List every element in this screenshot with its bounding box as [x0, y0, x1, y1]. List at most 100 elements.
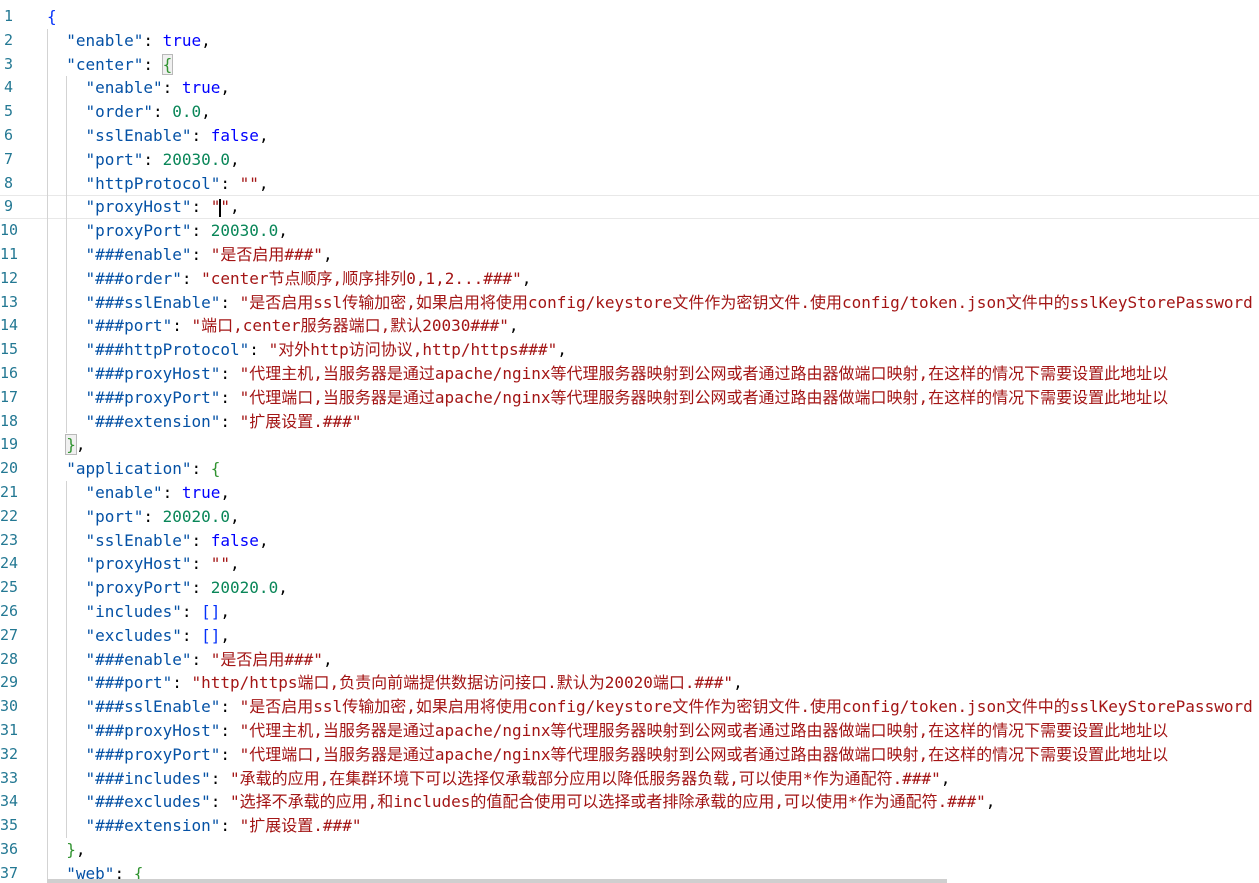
code-lines[interactable]: 1{2 "enable": true, 3 "center": {4 "enabl… — [0, 5, 1259, 883]
indent-guide — [66, 123, 68, 148]
code-line[interactable]: 14 "###port": "端口,center服务器端口,默认20030###… — [0, 314, 1259, 339]
line-content[interactable]: "###includes": "承载的应用,在集群环境下可以选择仅承载部分应用以… — [47, 767, 951, 791]
code-line[interactable]: 26 "includes": [], — [0, 599, 1259, 624]
line-content[interactable]: "###sslEnable": "是否启用ssl传输加密,如果启用将使用conf… — [47, 695, 1253, 719]
line-content[interactable]: "application": { — [47, 457, 220, 481]
code-line[interactable]: 5 "order": 0.0, — [0, 100, 1259, 124]
line-content[interactable]: "###enable": "是否启用###", — [47, 648, 333, 672]
line-content[interactable]: "includes": [], — [47, 600, 231, 624]
line-content[interactable]: "###excludes": "选择不承载的应用,和includes的值配合使用… — [47, 790, 996, 814]
json-string: "承载的应用,在集群环境下可以选择仅承载部分应用以降低服务器负载,可以使用*作为… — [230, 768, 941, 788]
json-boolean: false — [210, 530, 259, 550]
line-content[interactable]: "###enable": "是否启用###", — [47, 243, 333, 267]
json-key: "center" — [66, 54, 144, 74]
code-line[interactable]: 6 "sslEnable": false, — [0, 123, 1259, 148]
line-number: 17 — [0, 387, 19, 406]
code-line[interactable]: 12 "###order": "center节点顺序,顺序排列0,1,2...#… — [0, 266, 1259, 291]
punctuation: : — [181, 601, 202, 621]
code-line[interactable]: 27 "excludes": [], — [0, 623, 1259, 648]
indent-guide — [47, 576, 48, 600]
code-line[interactable]: 11 "###enable": "是否启用###", — [0, 242, 1259, 267]
json-boolean: true — [181, 482, 221, 502]
code-line[interactable]: 3 "center": { — [0, 52, 1259, 77]
punctuation — [47, 55, 66, 74]
punctuation: , — [230, 554, 240, 574]
code-line[interactable]: 28 "###enable": "是否启用###", — [0, 647, 1259, 672]
indent-guide — [47, 457, 48, 481]
code-line[interactable]: 32 "###proxyPort": "代理端口,当服务器是通过apache/n… — [0, 742, 1259, 767]
line-content[interactable]: "###httpProtocol": "对外http访问协议,http/http… — [47, 338, 567, 362]
line-number: 30 — [0, 697, 19, 716]
punctuation: , — [258, 173, 269, 193]
code-line[interactable]: 7 "port": 20030.0, — [0, 147, 1259, 172]
line-content[interactable]: "enable": true, — [47, 481, 231, 505]
code-line[interactable]: 24 "proxyHost": "", — [0, 552, 1259, 577]
code-line[interactable]: 22 "port": 20020.0, — [0, 504, 1259, 529]
line-content[interactable]: { — [47, 5, 57, 29]
line-content[interactable]: "###proxyPort": "代理端口,当服务器是通过apache/ngin… — [47, 743, 1169, 767]
line-content[interactable]: }, — [47, 838, 85, 862]
line-content[interactable]: "proxyPort": 20020.0, — [47, 576, 288, 600]
line-content[interactable]: "###proxyHost": "代理主机,当服务器是通过apache/ngin… — [47, 362, 1169, 386]
code-line[interactable]: 30 "###sslEnable": "是否启用ssl传输加密,如果启用将使用c… — [0, 695, 1259, 719]
line-content[interactable]: "###order": "center节点顺序,顺序排列0,1,2...###"… — [47, 267, 532, 291]
line-content[interactable]: "###extension": "扩展设置.###" — [47, 410, 362, 434]
code-line[interactable]: 36 }, — [0, 837, 1259, 862]
current-line[interactable]: 9 "proxyHost": "", — [0, 195, 1259, 220]
line-content[interactable]: "###proxyPort": "代理端口,当服务器是通过apache/ngin… — [47, 386, 1169, 410]
code-editor[interactable]: 1{2 "enable": true, 3 "center": {4 "enabl… — [0, 0, 1259, 883]
punctuation: : — [191, 649, 211, 669]
line-content[interactable]: "httpProtocol": "", — [47, 172, 269, 196]
code-line[interactable]: 31 "###proxyHost": "代理主机,当服务器是通过apache/n… — [0, 718, 1259, 743]
punctuation: : — [191, 197, 211, 217]
line-number: 34 — [0, 792, 19, 811]
line-content[interactable]: "proxyPort": 20030.0, — [47, 219, 288, 243]
line-content[interactable]: "###extension": "扩展设置.###" — [47, 814, 362, 838]
line-content[interactable]: "###port": "端口,center服务器端口,默认20030###", — [47, 314, 519, 338]
code-line[interactable]: 18 "###extension": "扩展设置.###" — [0, 409, 1259, 434]
line-content[interactable]: "enable": true, — [47, 76, 231, 100]
code-line[interactable]: 19 }, — [0, 433, 1259, 458]
line-content[interactable]: "proxyHost": "", — [47, 195, 240, 219]
horizontal-scrollbar[interactable] — [47, 879, 947, 883]
indent-guide — [66, 504, 68, 529]
code-line[interactable]: 20 "application": { — [0, 457, 1259, 481]
line-content[interactable]: }, — [47, 433, 86, 457]
line-content[interactable]: "port": 20030.0, — [47, 148, 240, 172]
line-content[interactable]: "proxyHost": "", — [47, 552, 240, 576]
code-line[interactable]: 34 "###excludes": "选择不承载的应用,和includes的值配… — [0, 790, 1259, 815]
code-line[interactable]: 17 "###proxyPort": "代理端口,当服务器是通过apache/n… — [0, 385, 1259, 410]
line-number: 11 — [0, 244, 19, 263]
json-key: "includes" — [85, 601, 182, 621]
line-content[interactable]: "port": 20020.0, — [47, 505, 240, 529]
code-line[interactable]: 25 "proxyPort": 20020.0, — [0, 576, 1259, 600]
line-content[interactable]: "enable": true, — [47, 29, 211, 53]
code-line[interactable]: 15 "###httpProtocol": "对外http访问协议,http/h… — [0, 338, 1259, 362]
line-content[interactable]: "order": 0.0, — [47, 100, 211, 124]
json-number: 0.0 — [172, 102, 202, 122]
code-line[interactable]: 8 "httpProtocol": "", — [0, 171, 1259, 196]
code-line[interactable]: 35 "###extension": "扩展设置.###" — [0, 814, 1259, 838]
code-line[interactable]: 4 "enable": true, — [0, 76, 1259, 101]
line-content[interactable]: "sslEnable": false, — [47, 529, 269, 553]
indent-guide — [47, 76, 48, 101]
json-string: "是否启用ssl传输加密,如果启用将使用config/keystore文件作为密… — [239, 292, 1253, 312]
code-line[interactable]: 23 "sslEnable": false, — [0, 528, 1259, 553]
indent-guide — [47, 171, 48, 196]
code-line[interactable]: 2 "enable": true, — [0, 28, 1259, 53]
indent-guide — [47, 552, 48, 577]
code-line[interactable]: 16 "###proxyHost": "代理主机,当服务器是通过apache/n… — [0, 361, 1259, 386]
code-line[interactable]: 29 "###port": "http/https端口,负责向前端提供数据访问接… — [0, 671, 1259, 696]
line-content[interactable]: "###port": "http/https端口,负责向前端提供数据访问接口.默… — [47, 671, 743, 695]
line-content[interactable]: "sslEnable": false, — [47, 124, 269, 148]
code-line[interactable]: 1{ — [0, 5, 1259, 29]
code-line[interactable]: 33 "###includes": "承载的应用,在集群环境下可以选择仅承载部分… — [0, 766, 1259, 791]
line-content[interactable]: "###proxyHost": "代理主机,当服务器是通过apache/ngin… — [47, 719, 1169, 743]
line-content[interactable]: "excludes": [], — [47, 624, 231, 648]
code-line[interactable]: 10 "proxyPort": 20030.0, — [0, 219, 1259, 243]
code-line[interactable]: 21 "enable": true, — [0, 480, 1259, 505]
code-line[interactable]: 13 "###sslEnable": "是否启用ssl传输加密,如果启用将使用c… — [0, 290, 1259, 315]
line-content[interactable]: "###sslEnable": "是否启用ssl传输加密,如果启用将使用conf… — [47, 291, 1253, 315]
line-content[interactable]: "center": { — [47, 53, 174, 77]
punctuation: : — [220, 173, 240, 193]
